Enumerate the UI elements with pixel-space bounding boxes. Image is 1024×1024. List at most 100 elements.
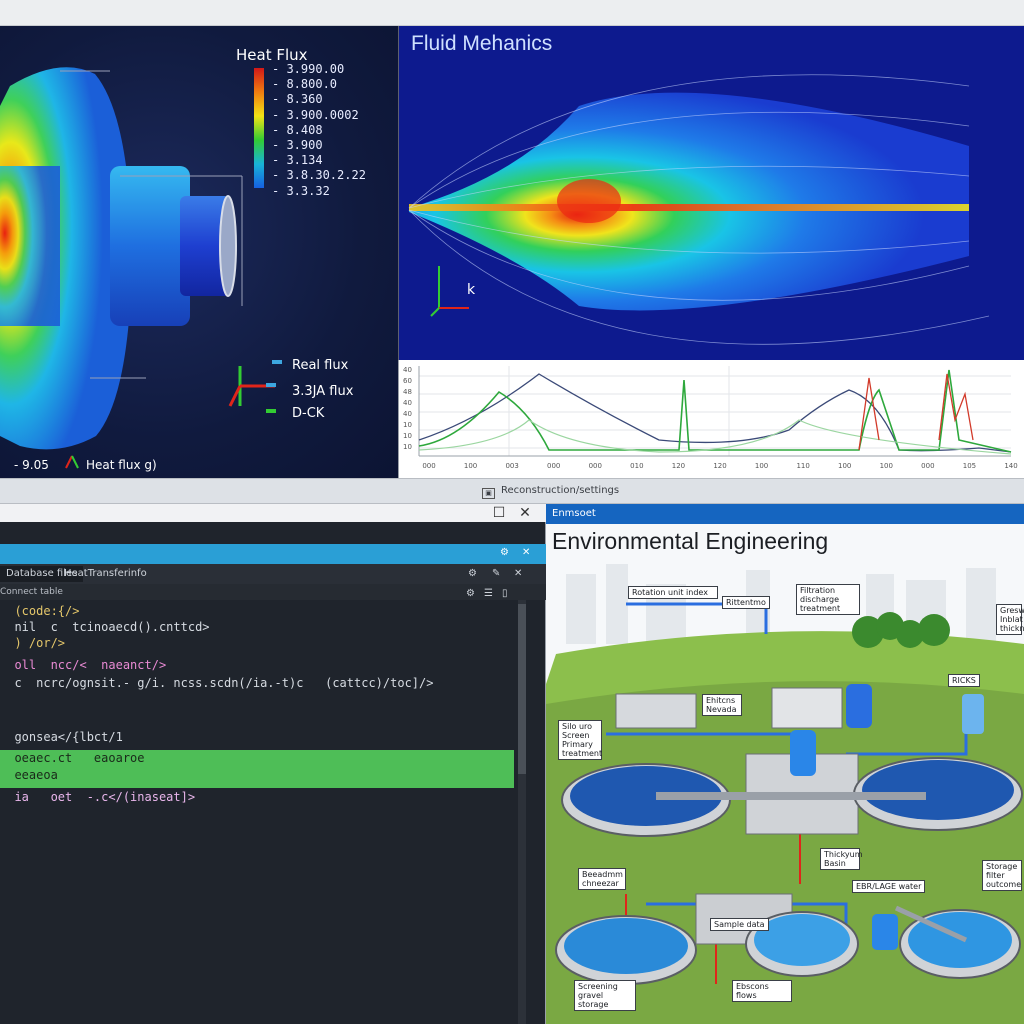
fluid-title: Fluid Mehanics <box>411 32 553 55</box>
list-icon[interactable]: ☰ <box>484 586 493 602</box>
settings-icon[interactable]: ⚙ <box>500 547 509 558</box>
window-icon: ▣ <box>482 488 495 499</box>
gear-icon[interactable]: ⚙ <box>466 586 475 602</box>
pin-icon[interactable]: ✎ <box>492 568 500 579</box>
callout: Sample data <box>710 918 769 931</box>
callout: Rotation unit index <box>628 586 718 599</box>
legend-real-flux: Real flux <box>292 358 349 373</box>
colorbar-label: - 3.3.32 <box>272 183 330 198</box>
axis-k-label: k <box>467 282 476 298</box>
midbar-label: ▣ Reconstruction/settings <box>482 485 619 499</box>
x-tick-label: 100 <box>464 462 477 470</box>
colorbar-label: - 3.134 <box>272 153 323 168</box>
hot-spot <box>557 179 621 223</box>
close-icon[interactable]: ✕ <box>522 547 530 558</box>
line-chart-svg: 40 60 48 40 40 10 10 10 000 100 003 000 000 010 120 120… <box>403 366 1018 470</box>
x-tick-label: 105 <box>963 462 976 470</box>
series-navy <box>418 373 1012 453</box>
y-tick-label: 10 <box>403 432 412 440</box>
x-tick-label: 100 <box>755 462 768 470</box>
editor-subbar: Connect table ⚙ ☰ ▯ <box>0 584 546 600</box>
series-light <box>418 419 1012 455</box>
env-titlebar: Enmsoet <box>546 504 1024 524</box>
code-line: c ncrc/ognsit.- g/i. ncss.scdn(/ia.-t)c … <box>0 676 434 690</box>
x-tick-label: 000 <box>422 462 435 470</box>
y-tick-label: 48 <box>403 388 412 396</box>
code-line: eeaeoa <box>0 768 58 782</box>
x-tick-label: 100 <box>838 462 851 470</box>
fluid-plume <box>408 74 990 345</box>
split-icon[interactable]: ▯ <box>502 586 508 602</box>
callout: Filtration discharge treatment <box>796 584 860 615</box>
colorbar-label: - 3.990.00 <box>272 62 345 76</box>
y-tick-label: 60 <box>403 377 412 385</box>
tab-heat-transfer[interactable]: HeatTransferinfo <box>58 566 153 582</box>
code-line: gonsea</{lbct/1 <box>0 730 123 744</box>
plume-body <box>409 92 969 311</box>
treatment-plant-scene <box>546 564 1024 1024</box>
maximize-button[interactable]: ☐ <box>488 504 510 522</box>
x-tick-label: 000 <box>589 462 602 470</box>
gear-icon[interactable]: ⚙ <box>468 568 477 579</box>
code-line: ia oet -.c</(inaseat]> <box>0 790 196 804</box>
editor-menubar: ⚙ ✕ <box>0 544 546 564</box>
heat-hot-shaft <box>0 166 60 326</box>
colorbar-label: - 3.900.0002 <box>272 107 359 122</box>
subbar-label: Connect table <box>0 587 63 597</box>
screen: Heat Flux - 3.990.00 - 8.800.0 - 8.360 -… <box>0 0 1024 1024</box>
bottom-caption: Heat flux g) <box>86 458 157 472</box>
y-tick-label: 10 <box>403 443 412 451</box>
x-tick-label: 100 <box>880 462 893 470</box>
bottom-value: - 9.05 <box>14 458 49 472</box>
editor-titlebar: ☐ ✕ <box>0 504 546 522</box>
code-line: oll ncc/< naeanct/> <box>0 658 167 672</box>
x-tick-label: 140 <box>1004 462 1017 470</box>
legend-flux: 3.3JA flux <box>292 384 354 399</box>
env-title: Environmental Engineering <box>552 528 829 554</box>
x-tick-label: 003 <box>505 462 518 470</box>
legend-dck: D-CK <box>292 406 325 421</box>
colorbar-label: - 3.8.30.2.22 <box>272 168 366 183</box>
close-button[interactable]: ✕ <box>514 504 536 522</box>
callout: Thickyum Basin <box>820 848 863 870</box>
colorbar-label: - 8.360 <box>272 92 323 107</box>
colorbar-labels: - 3.990.00 - 8.800.0 - 8.360 - 3.900.000… <box>272 62 366 199</box>
fluid-mechanics-panel[interactable]: Fluid Mehanics k <box>398 26 1024 360</box>
heat-hub <box>110 166 190 326</box>
callout: Storage filter outcome <box>982 860 1022 891</box>
x-tick-label: 120 <box>713 462 726 470</box>
colorbar-label: - 3.900 <box>272 138 323 153</box>
editor-tabbar: Database files HeatTransferinfo ⚙ ✎ ✕ <box>0 564 546 584</box>
heat-flux-panel[interactable]: Heat Flux - 3.990.00 - 8.800.0 - 8.360 -… <box>0 26 398 478</box>
code-editor[interactable]: ☐ ✕ ⚙ ✕ Database files HeatTransferinfo … <box>0 504 546 1024</box>
callout: EBR/LAGE water <box>852 880 926 893</box>
clarifier-bottom-left <box>555 915 697 985</box>
x-tick-label: 010 <box>630 462 643 470</box>
midbar-text: Reconstruction/settings <box>501 485 620 496</box>
colorbar-label: - 8.800.0 <box>272 77 338 92</box>
x-tick-label: 120 <box>672 462 685 470</box>
callout: Ehitcns Nevada <box>702 694 742 716</box>
callout: Rittentmo <box>722 596 770 609</box>
x-tick-label: 000 <box>921 462 934 470</box>
code-line: nil c tcinoaecd().cnttcd> <box>0 620 210 634</box>
line-chart: 40 60 48 40 40 10 10 10 000 100 003 000 000 010 120 120… <box>398 360 1024 478</box>
jet-core <box>409 204 969 211</box>
callout: Screening gravel storage <box>574 980 636 1011</box>
x-tick-label: 110 <box>796 462 809 470</box>
callout: Ebscons flows <box>732 980 792 1002</box>
y-tick-label: 40 <box>403 399 412 407</box>
editor-scroll-thumb[interactable] <box>518 604 526 774</box>
colorbar <box>254 68 264 188</box>
heat-shaft-end <box>219 195 237 297</box>
code-line: oeaec.ct eaoaroe <box>0 751 145 765</box>
viewer-title-bar: ▣ Reconstruction/settings <box>0 478 1024 504</box>
series-green <box>418 369 1012 453</box>
y-tick-label: 40 <box>403 366 412 374</box>
callout: RICKS <box>948 674 980 687</box>
environmental-panel[interactable]: Enmsoet Environmental Engineering Rotati… <box>546 504 1024 1024</box>
top-toolbar <box>0 0 1024 26</box>
close-tab-icon[interactable]: ✕ <box>514 568 522 579</box>
code-line: (code:{/> <box>0 604 80 618</box>
y-tick-label: 10 <box>403 421 412 429</box>
